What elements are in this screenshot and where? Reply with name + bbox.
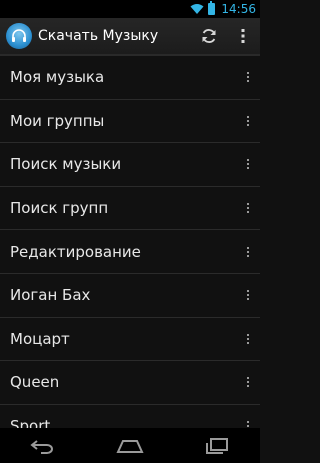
battery-icon	[208, 1, 216, 15]
refresh-icon	[202, 29, 216, 43]
clock: 14:56	[221, 2, 256, 16]
list-item-queen[interactable]: Queen	[0, 361, 260, 405]
list-item-label: Иоган Бах	[10, 286, 91, 305]
list-item-label: Поиск групп	[10, 199, 109, 218]
list-item-bach[interactable]: Иоган Бах	[0, 274, 260, 318]
back-button[interactable]	[18, 428, 68, 463]
recent-apps-button[interactable]	[192, 428, 242, 463]
item-overflow-icon[interactable]	[236, 274, 260, 317]
item-overflow-icon[interactable]	[236, 230, 260, 273]
status-bar: 14:56	[0, 0, 260, 18]
item-overflow-icon[interactable]	[236, 143, 260, 186]
wifi-icon	[190, 4, 204, 14]
home-button[interactable]	[105, 428, 155, 463]
item-overflow-icon[interactable]	[236, 317, 260, 360]
list-item-editing[interactable]: Редактирование	[0, 230, 260, 274]
list-item-sport[interactable]: Sport	[0, 405, 260, 428]
list-item-my-music[interactable]: Моя музыка	[0, 56, 260, 100]
list-item-search-groups[interactable]: Поиск групп	[0, 187, 260, 231]
list-item-label: Моя музыка	[10, 68, 105, 87]
overflow-menu-icon	[241, 29, 245, 43]
menu-list: Моя музыка Мои группы Поиск музыки Поиск…	[0, 56, 260, 428]
list-item-label: Моцарт	[10, 329, 70, 348]
action-bar: Скачать Музыку	[0, 18, 260, 56]
back-icon	[30, 439, 54, 454]
item-overflow-icon[interactable]	[236, 187, 260, 230]
recent-apps-icon	[205, 437, 228, 454]
list-item-mozart[interactable]: Моцарт	[0, 318, 260, 362]
list-item-label: Поиск музыки	[10, 155, 122, 174]
refresh-button[interactable]	[192, 17, 226, 55]
item-overflow-icon[interactable]	[236, 405, 260, 428]
item-overflow-icon[interactable]	[236, 361, 260, 404]
navigation-bar	[0, 428, 260, 463]
home-icon	[116, 439, 144, 453]
app-title: Скачать Музыку	[38, 28, 159, 44]
item-overflow-icon[interactable]	[236, 99, 260, 142]
list-item-search-music[interactable]: Поиск музыки	[0, 143, 260, 187]
overflow-menu-button[interactable]	[226, 17, 260, 55]
list-item-label: Редактирование	[10, 242, 141, 261]
list-item-my-groups[interactable]: Мои группы	[0, 100, 260, 144]
list-item-label: Queen	[10, 373, 60, 392]
list-item-label: Sport	[10, 417, 51, 428]
list-item-label: Мои группы	[10, 111, 105, 130]
app-headphones-icon[interactable]	[6, 23, 32, 49]
item-overflow-icon[interactable]	[236, 56, 260, 99]
